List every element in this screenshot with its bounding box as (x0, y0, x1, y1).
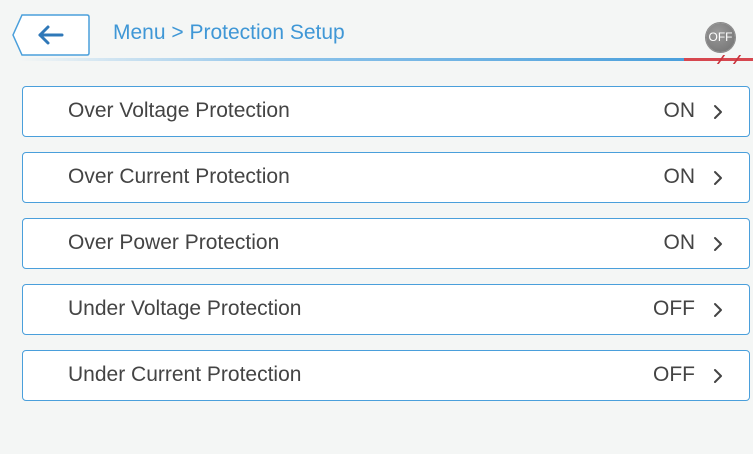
row-value: ON (663, 231, 696, 254)
under-voltage-protection-row[interactable]: Under Voltage Protection OFF (22, 284, 750, 335)
chevron-right-icon (714, 105, 722, 119)
row-label: Over Power Protection (68, 231, 280, 254)
power-status-badge[interactable]: OFF (706, 23, 735, 52)
row-label: Under Current Protection (68, 363, 302, 386)
row-value: ON (663, 99, 696, 122)
over-voltage-protection-row[interactable]: Over Voltage Protection ON (22, 86, 750, 137)
chevron-right-icon (714, 237, 722, 251)
back-button[interactable] (12, 14, 90, 56)
breadcrumb: Menu > Protection Setup (113, 21, 345, 44)
header-bar: Menu > Protection Setup OFF (0, 0, 753, 68)
row-value: OFF (653, 297, 695, 320)
row-label: Over Current Protection (68, 165, 290, 188)
over-power-protection-row[interactable]: Over Power Protection ON (22, 218, 750, 269)
chevron-right-icon (714, 171, 722, 185)
header-divider (18, 58, 688, 61)
chevron-right-icon (714, 369, 722, 383)
over-current-protection-row[interactable]: Over Current Protection ON (22, 152, 750, 203)
row-value: ON (663, 165, 696, 188)
row-label: Under Voltage Protection (68, 297, 302, 320)
chevron-right-icon (714, 303, 722, 317)
under-current-protection-row[interactable]: Under Current Protection OFF (22, 350, 750, 401)
row-value: OFF (653, 363, 695, 386)
row-label: Over Voltage Protection (68, 99, 290, 122)
protection-list: Over Voltage Protection ON Over Current … (22, 86, 750, 416)
